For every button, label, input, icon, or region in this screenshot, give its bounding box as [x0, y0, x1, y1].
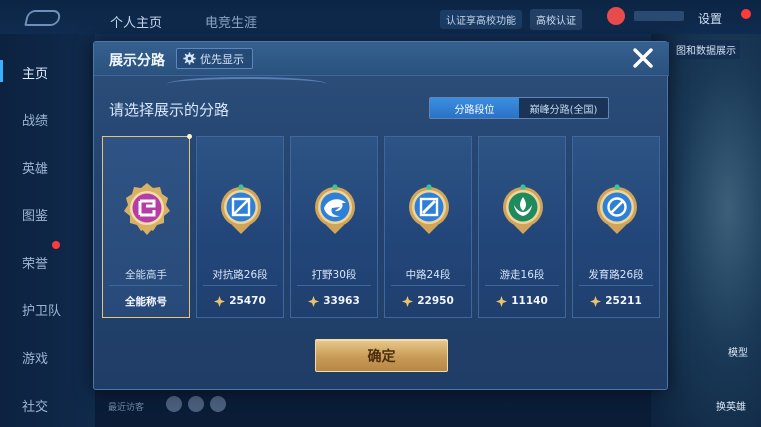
tab-esports-career[interactable]: 电竞生涯: [205, 12, 257, 31]
back-logo-icon[interactable]: [24, 10, 62, 26]
farm-lane-emblem-icon: [597, 184, 637, 234]
selection-marker: [187, 134, 192, 139]
sidebar: [0, 34, 95, 427]
card-divider: [485, 285, 559, 286]
lane-score: 25211: [605, 295, 642, 307]
campus-verify-button[interactable]: 高校认证: [530, 9, 582, 30]
avatar[interactable]: [188, 396, 204, 412]
lane-name: 对抗路26段: [212, 269, 268, 281]
sidebar-item-heroes[interactable]: 英雄: [22, 158, 48, 177]
sidebar-item-social[interactable]: 社交: [22, 396, 48, 415]
mid-lane-emblem-icon: [409, 184, 449, 234]
rank-star-icon: [214, 295, 226, 307]
rank-star-icon: [308, 295, 320, 307]
lane-score: 33963: [323, 295, 360, 307]
lane-card-jungle[interactable]: 打野30段 33963: [290, 136, 378, 318]
sidebar-item-games[interactable]: 游戏: [22, 348, 48, 367]
dialog-header: 展示分路 优先显示: [94, 42, 669, 76]
card-divider: [297, 285, 371, 286]
sidebar-red-dot-icon: [52, 241, 60, 249]
lane-card-clash[interactable]: 对抗路26段 25470: [196, 136, 284, 318]
jungle-emblem-icon: [315, 184, 355, 234]
status-bar: [634, 11, 684, 21]
card-divider: [391, 285, 465, 286]
card-footer: 33963: [291, 293, 377, 309]
lane-card-roam[interactable]: 游走16段 11140: [478, 136, 566, 318]
lane-name: 全能高手: [125, 269, 167, 281]
data-display-label[interactable]: 图和数据展示: [672, 40, 740, 59]
display-lane-dialog: 展示分路 优先显示 请选择展示的分路 分路段位 巅峰分路(全国) 全能高手 全能…: [93, 41, 669, 390]
card-footer: 11140: [479, 293, 565, 309]
all-round-emblem-icon: [124, 183, 170, 235]
card-divider: [109, 285, 183, 286]
roam-emblem-icon: [503, 184, 543, 234]
sidebar-active-indicator: [0, 60, 3, 82]
change-hero-button[interactable]: 换英雄: [716, 398, 746, 413]
notification-badge-icon[interactable]: [607, 7, 625, 25]
header-decoration: [167, 77, 327, 91]
tab-personal-home[interactable]: 个人主页: [110, 12, 162, 31]
rank-star-icon: [590, 295, 602, 307]
lane-score: 25470: [229, 295, 266, 307]
card-footer: 全能称号: [103, 293, 189, 309]
rank-star-icon: [402, 295, 414, 307]
lane-name: 中路24段: [405, 269, 451, 281]
sidebar-item-home[interactable]: 主页: [22, 63, 48, 82]
model-button[interactable]: 模型: [728, 344, 748, 359]
lane-name: 打野30段: [311, 269, 357, 281]
lane-name: 游走16段: [499, 269, 545, 281]
avatar[interactable]: [210, 396, 226, 412]
lane-type-segmented-control: 分路段位 巅峰分路(全国): [429, 97, 609, 119]
sidebar-item-codex[interactable]: 图鉴: [22, 205, 48, 224]
dialog-title: 展示分路: [109, 53, 165, 69]
avatar[interactable]: [166, 396, 182, 412]
priority-display-button[interactable]: 优先显示: [176, 48, 253, 69]
lane-card-farm[interactable]: 发育路26段 25211: [572, 136, 660, 318]
campus-share-link[interactable]: 认证享高校功能: [440, 10, 522, 29]
close-button[interactable]: [625, 42, 661, 74]
confirm-label: 确定: [367, 348, 396, 365]
rank-star-icon: [496, 295, 508, 307]
sidebar-item-guard-team[interactable]: 护卫队: [22, 300, 61, 319]
clash-lane-emblem-icon: [221, 184, 261, 234]
confirm-button[interactable]: 确定: [315, 339, 448, 372]
lane-score: 22950: [417, 295, 454, 307]
card-footer: 22950: [385, 293, 471, 309]
card-footer: 25211: [573, 293, 659, 309]
tab-peak-lane[interactable]: 巅峰分路(全国): [519, 98, 608, 118]
lane-card-mid[interactable]: 中路24段 22950: [384, 136, 472, 318]
top-bar: 个人主页 电竞生涯 认证享高校功能 高校认证 设置: [0, 0, 761, 34]
sidebar-item-record[interactable]: 战绩: [22, 110, 48, 129]
sidebar-item-honor[interactable]: 荣誉: [22, 253, 48, 272]
close-icon: [633, 48, 653, 68]
lane-title-label: 全能称号: [125, 295, 167, 308]
lane-score: 11140: [511, 295, 548, 307]
red-dot-icon: [741, 9, 751, 19]
lane-card-all-round[interactable]: 全能高手 全能称号: [102, 134, 192, 318]
lane-name: 发育路26段: [588, 269, 644, 281]
card-footer: 25470: [197, 293, 283, 309]
lane-card-list: 全能高手 全能称号 对抗路26段 25470 打野30段 33963 中路24段…: [102, 134, 662, 318]
settings-button[interactable]: 设置: [698, 10, 722, 27]
card-divider: [579, 285, 653, 286]
gear-icon: [183, 52, 196, 65]
recent-visitors-label: 最近访客: [108, 403, 145, 413]
card-divider: [203, 285, 277, 286]
priority-display-label: 优先显示: [200, 52, 244, 66]
tab-lane-rank[interactable]: 分路段位: [430, 98, 519, 118]
dialog-subtitle: 请选择展示的分路: [109, 101, 230, 119]
